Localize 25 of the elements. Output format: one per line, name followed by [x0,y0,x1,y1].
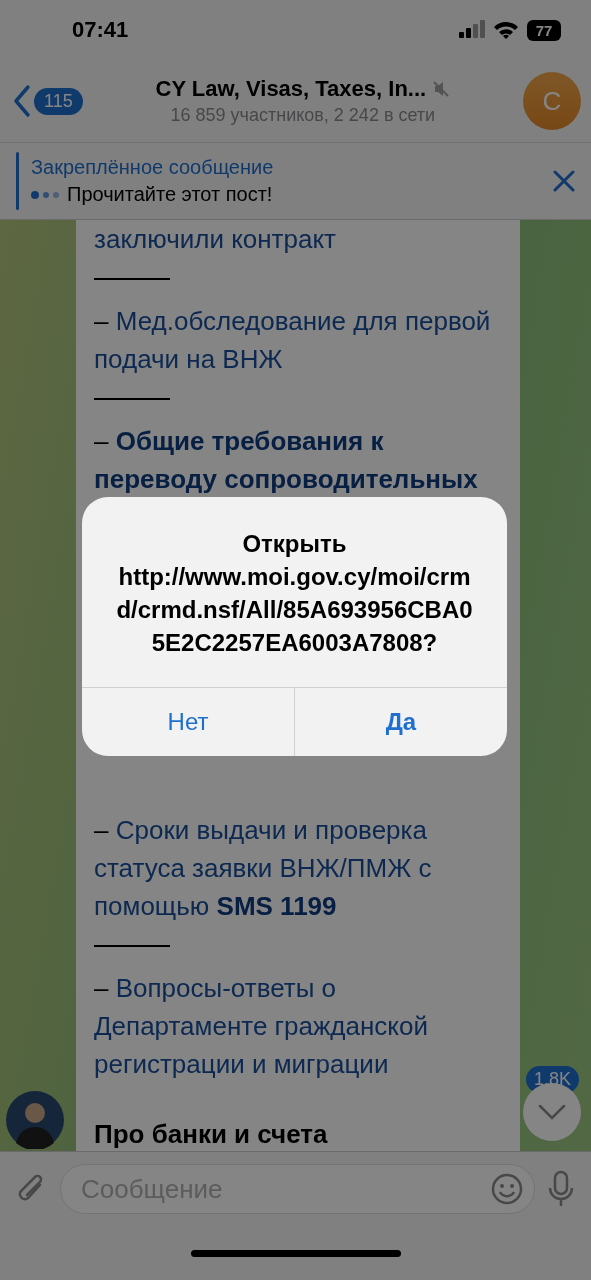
message-link[interactable]: – Мед.обследование для первой подачи на ВНЖ [94,302,502,378]
alert-button[interactable]: Да [294,688,507,756]
chat-title: CY Law, Visas, Taxes, In... [155,76,427,102]
message-link[interactable]: – Вопросы-ответы о Департаменте гражданской регистрации и миграции [94,969,502,1083]
alert-button[interactable]: Нет [82,688,294,756]
pinned-text[interactable]: Прочитайте этот пост! [67,183,273,206]
battery-indicator: 77 [527,19,561,41]
chevron-icon [12,84,32,118]
section-heading: Про банки и счета [94,1118,329,1151]
pinned-title[interactable]: Закреплённое сообщение [31,156,541,179]
message-link[interactable]: – Сроки выдачи и проверка статуса заявки ВНЖ/ПМЖ с помощью SMS 1199 [94,811,502,925]
emoji-icon[interactable] [491,1173,523,1205]
sender-avatar[interactable] [6,1091,64,1149]
chevron-icon [538,1104,566,1120]
member-count: 16 859 участников, 2 242 в сети [170,105,436,126]
message-link[interactable]: заключили контракт [94,220,502,258]
wifi-icon [493,20,519,40]
message-link[interactable]: – Общие требования к переводу сопроводительных [94,422,502,498]
signal-icon [459,20,485,40]
close-icon[interactable] [553,170,575,192]
alert-message: Открыть http://www.moi.gov.cy/moi/crmd/crmd.nsf/All/85A693956CBA05E2C2257EA6003A7808? [115,529,474,658]
scroll-down-button[interactable] [523,1083,581,1141]
status-time: 07:41 [72,17,129,43]
microphone-icon[interactable] [547,1170,575,1208]
home-indicator[interactable] [190,1249,401,1257]
